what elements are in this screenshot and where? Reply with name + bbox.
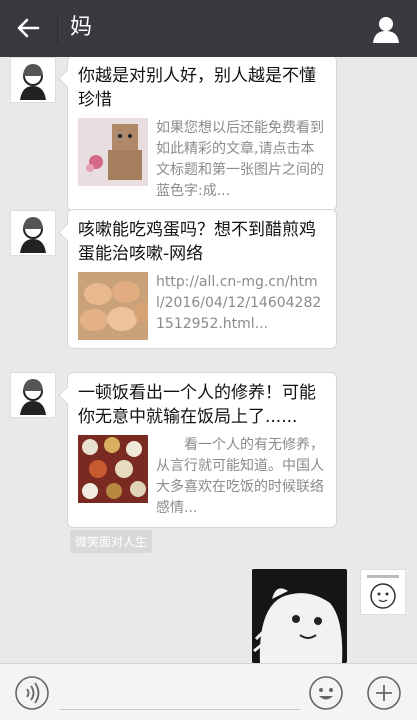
article-description: http://all.cn-mg.cn/html/2016/04/12/1460…	[156, 274, 322, 332]
plus-icon[interactable]	[366, 675, 402, 711]
input-bar	[0, 663, 417, 720]
article-thumbnail	[78, 118, 148, 186]
contact-avatar[interactable]	[10, 210, 56, 256]
article-thumbnail	[78, 435, 148, 503]
my-avatar[interactable]	[360, 569, 406, 615]
article-thumbnail	[78, 272, 148, 340]
my-avatar-picture	[361, 570, 405, 614]
avatar-picture	[20, 64, 46, 100]
title-divider	[57, 15, 58, 43]
article-card[interactable]: 咳嗽能吃鸡蛋吗？想不到醋煎鸡蛋能治咳嗽-网络 http://all.cn-mg.…	[67, 209, 337, 349]
smiley-icon[interactable]	[308, 675, 344, 711]
status-note: 微笑面对人生	[70, 530, 153, 553]
top-bar: 妈	[0, 0, 417, 57]
avatar-picture	[20, 217, 46, 253]
message-input[interactable]	[60, 676, 300, 710]
sent-sticker-image[interactable]	[252, 569, 347, 663]
article-title: 咳嗽能吃鸡蛋吗？想不到醋煎鸡蛋能治咳嗽-网络	[78, 220, 316, 264]
voice-icon[interactable]	[14, 675, 50, 711]
article-description: 如果您想以后还能免费看到如此精彩的文章,请点击本文标题和第一张图片之间的蓝色字:…	[156, 120, 324, 199]
article-title: 一顿饭看出一个人的修养！可能你无意中就输在饭局上了......	[78, 383, 316, 427]
article-title: 你越是对别人好，别人越是不懂珍惜	[78, 66, 316, 110]
back-arrow-icon[interactable]	[12, 12, 44, 44]
avatar-picture	[20, 379, 46, 415]
chat-title: 妈	[70, 15, 93, 40]
article-card[interactable]: 你越是对别人好，别人越是不懂珍惜 如果您想以后还能免费看到如此精彩的文章,请点击…	[67, 57, 337, 211]
chat-area[interactable]: 你越是对别人好，别人越是不懂珍惜 如果您想以后还能免费看到如此精彩的文章,请点击…	[0, 57, 417, 663]
contact-avatar[interactable]	[10, 372, 56, 418]
person-icon[interactable]	[371, 14, 401, 44]
contact-avatar[interactable]	[10, 57, 56, 103]
status-note-text: 微笑面对人生	[75, 535, 148, 549]
article-card[interactable]: 一顿饭看出一个人的修养！可能你无意中就输在饭局上了...... 看一个人的有无修…	[67, 372, 337, 528]
article-description: 看一个人的有无修养，从言行就可能知道。中国人大多喜欢在吃饭的时候联络感情...	[156, 437, 324, 516]
